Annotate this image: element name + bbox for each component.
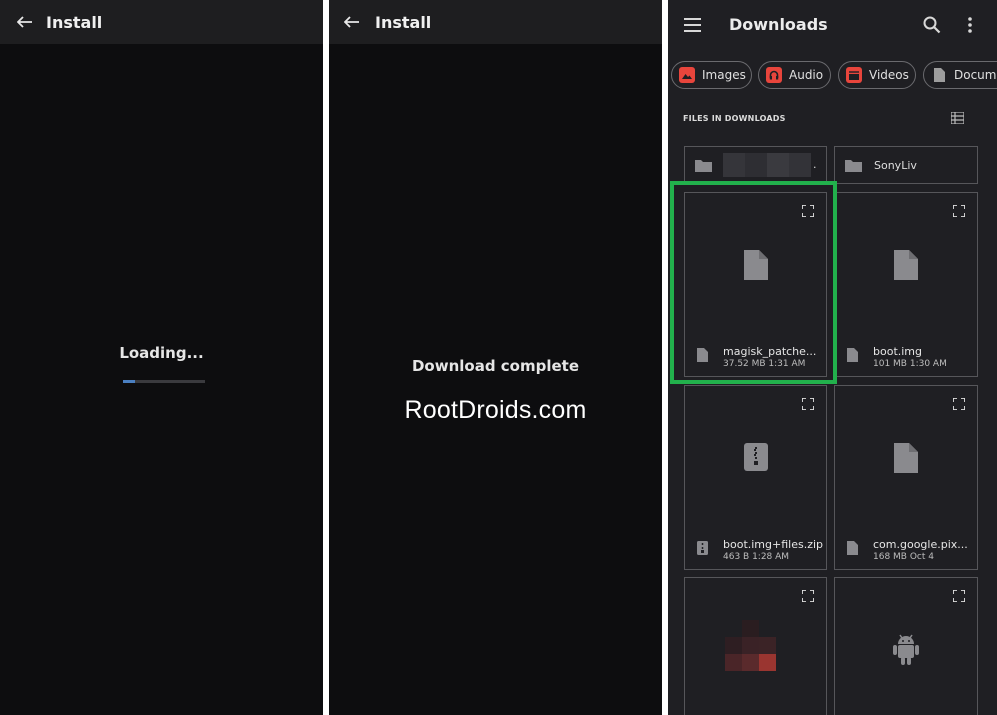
file-card[interactable]: com.google.pix... 168 MB Oct 4 <box>834 385 978 570</box>
app-bar: Downloads <box>668 0 997 50</box>
file-info: boot.img 101 MB 1:30 AM <box>847 345 971 370</box>
chip-images[interactable]: Images <box>671 61 752 89</box>
android-icon <box>893 634 919 665</box>
expand-icon[interactable] <box>953 590 965 602</box>
page-title: Install <box>46 12 103 32</box>
back-arrow-icon[interactable] <box>329 0 375 44</box>
file-icon <box>847 348 858 362</box>
folder-name: SonyLiv <box>874 158 917 172</box>
menu-icon[interactable] <box>684 18 701 32</box>
app-bar: Install <box>329 0 662 44</box>
folder-icon <box>845 159 862 172</box>
video-icon <box>846 67 862 83</box>
expand-icon[interactable] <box>953 398 965 410</box>
file-info: boot.img+files.zip 463 B 1:28 AM <box>697 538 824 563</box>
progress-bar <box>123 380 205 383</box>
image-icon <box>679 67 695 83</box>
page-title: Downloads <box>729 15 828 34</box>
chip-label: Videos <box>869 68 909 82</box>
zip-icon <box>743 443 768 471</box>
page-title: Install <box>375 12 432 32</box>
chip-label: Images <box>702 68 746 82</box>
app-bar: Install <box>0 0 323 44</box>
search-icon[interactable] <box>923 16 941 34</box>
folder-card[interactable]: SonyLiv <box>834 146 978 184</box>
expand-icon[interactable] <box>802 590 814 602</box>
back-arrow-icon[interactable] <box>0 0 46 44</box>
chip-documents[interactable]: Docume <box>923 61 997 89</box>
filter-chips: Images Audio Videos Docume <box>668 61 997 89</box>
folder-name: . <box>813 158 817 171</box>
image-thumbnail <box>725 620 776 671</box>
folder-icon <box>695 159 712 172</box>
file-card[interactable] <box>684 577 827 715</box>
file-icon <box>894 443 918 473</box>
file-name: boot.img <box>873 345 923 358</box>
file-card[interactable] <box>834 577 978 715</box>
blurred-folder-name <box>723 153 811 177</box>
chip-videos[interactable]: Videos <box>838 61 916 89</box>
list-view-icon[interactable] <box>951 112 964 124</box>
section-label: FILES IN DOWNLOADS <box>683 114 786 123</box>
chip-label: Audio <box>789 68 824 82</box>
loading-status: Loading... <box>119 344 204 362</box>
file-icon <box>847 541 858 555</box>
file-info: com.google.pix... 168 MB Oct 4 <box>847 538 971 563</box>
chip-audio[interactable]: Audio <box>758 61 831 89</box>
document-icon <box>931 67 947 83</box>
more-options-icon[interactable] <box>966 16 974 34</box>
zip-icon <box>697 541 708 555</box>
file-meta: 463 B 1:28 AM <box>723 552 790 562</box>
file-name: boot.img+files.zip <box>723 538 824 551</box>
file-meta: 101 MB 1:30 AM <box>873 359 947 369</box>
chip-label: Docume <box>954 68 997 82</box>
install-loading-screen: Install Loading... <box>0 0 323 715</box>
watermark: RootDroids.com <box>404 396 587 424</box>
download-status: Download complete <box>411 357 580 375</box>
file-icon <box>894 250 918 280</box>
expand-icon[interactable] <box>802 398 814 410</box>
headphones-icon <box>766 67 782 83</box>
file-card[interactable]: boot.img+files.zip 463 B 1:28 AM <box>684 385 827 570</box>
expand-icon[interactable] <box>953 205 965 217</box>
file-card[interactable]: boot.img 101 MB 1:30 AM <box>834 192 978 377</box>
file-name: com.google.pix... <box>873 538 968 551</box>
progress-fill <box>123 380 136 383</box>
highlight-box <box>670 181 837 384</box>
install-complete-screen: Install Download complete RootDroids.com <box>329 0 662 715</box>
folder-card[interactable]: . <box>684 146 827 184</box>
file-meta: 168 MB Oct 4 <box>873 552 934 562</box>
